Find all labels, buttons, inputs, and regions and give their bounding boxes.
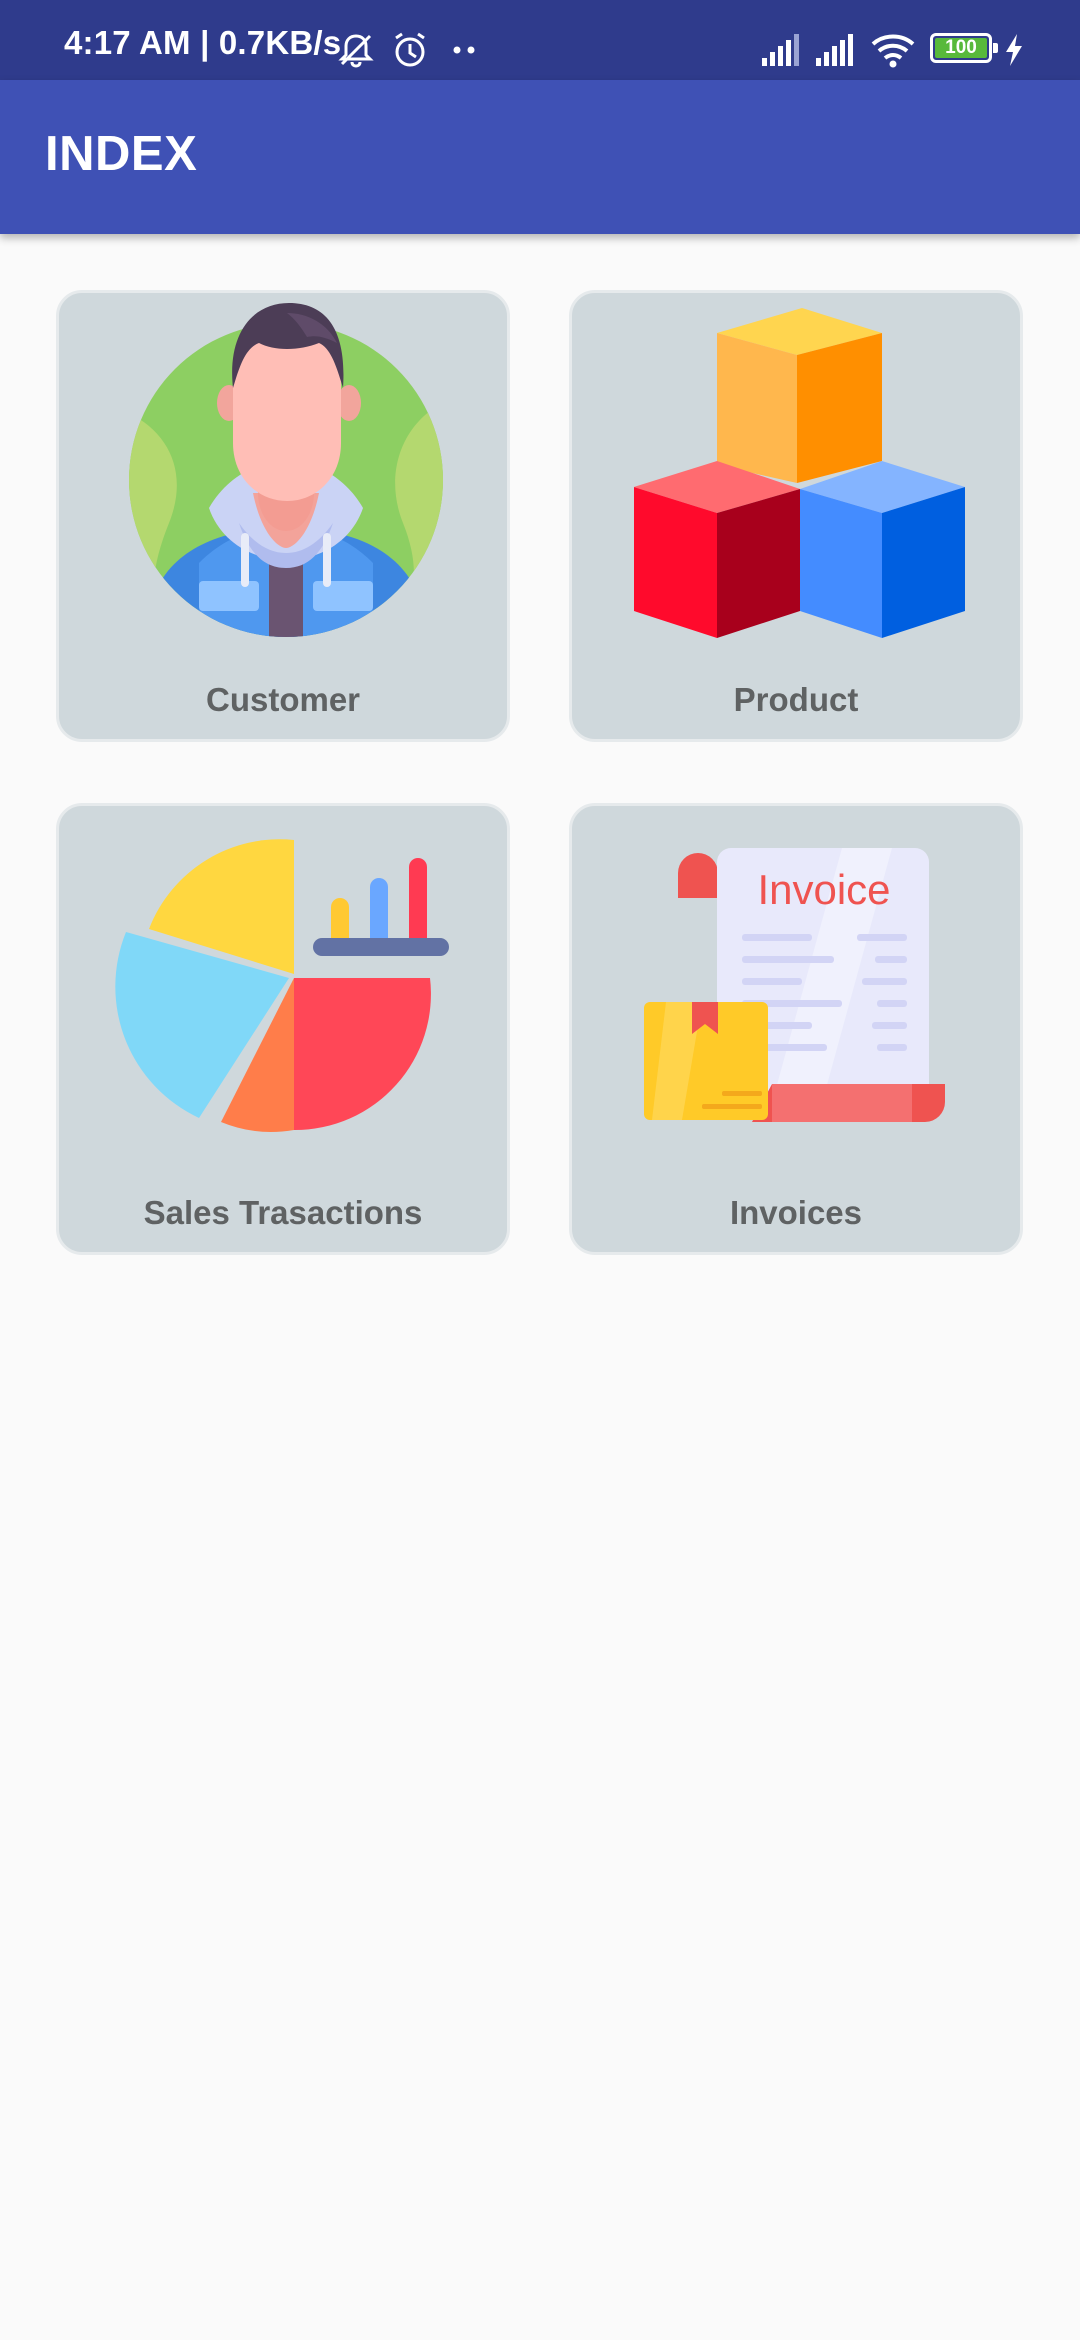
charging-icon [1006, 34, 1022, 66]
signal-icon [816, 34, 853, 66]
wifi-icon [871, 34, 915, 68]
signal-icon [762, 34, 799, 66]
more-dots-icon [453, 46, 475, 54]
page-title: INDEX [45, 127, 198, 181]
product-tile[interactable]: Product [569, 290, 1023, 742]
alarm-icon [395, 32, 425, 67]
app-bar: INDEX [0, 80, 1080, 234]
invoice-heading: Invoice [757, 866, 890, 913]
tile-label: Customer [205, 681, 361, 718]
mute-bell-icon [338, 34, 374, 68]
tile-label: Invoices [729, 1194, 863, 1231]
sales-transactions-tile[interactable]: Sales Trasactions [56, 803, 510, 1255]
invoices-tile[interactable]: Invoice Invoices [569, 803, 1023, 1255]
tile-label: Product [733, 681, 859, 718]
tile-label: Sales Trasactions [143, 1194, 423, 1231]
status-bar: 4:17 AM | 0.7KB/s 100 [0, 0, 1080, 80]
customer-avatar-icon [129, 303, 443, 637]
product-cubes-icon [634, 308, 965, 638]
invoice-icon: Invoice [644, 848, 945, 1122]
battery-icon: 100 [930, 33, 998, 63]
battery-level: 100 [945, 37, 977, 58]
status-time: 4:17 AM | 0.7KB/s [64, 24, 342, 61]
customer-tile[interactable]: Customer [56, 290, 510, 742]
sales-chart-icon [115, 839, 449, 1132]
